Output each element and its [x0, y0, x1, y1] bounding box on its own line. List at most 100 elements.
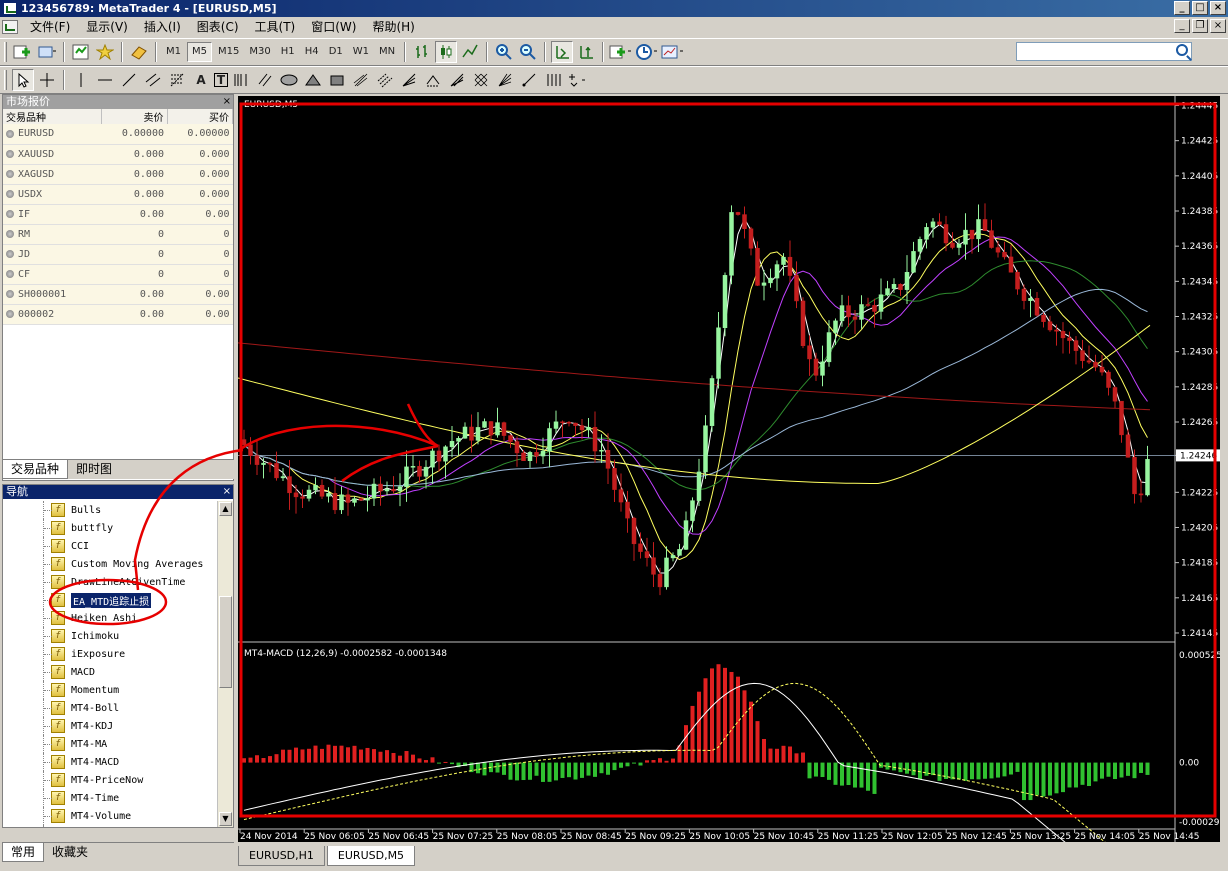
price-chart[interactable]: 1.244451.244251.244051.243851.243651.243…	[237, 96, 1222, 871]
cycle-lines-icon[interactable]	[542, 69, 564, 91]
templates-icon[interactable]	[661, 41, 685, 63]
menu-window[interactable]: 窗口(W)	[305, 17, 366, 37]
close-button[interactable]: ×	[1210, 1, 1226, 15]
toolbar-grip[interactable]	[4, 70, 7, 90]
rectangle-icon[interactable]	[326, 69, 348, 91]
gann-grid-icon[interactable]	[470, 69, 492, 91]
navigator-item[interactable]: f MT4-KDJ	[3, 717, 217, 735]
timeframe-m1-button[interactable]: M1	[162, 42, 185, 62]
market-watch-row[interactable]: IF 0.00 0.00	[3, 204, 233, 225]
menu-help[interactable]: 帮助(H)	[366, 17, 424, 37]
trendline-icon[interactable]	[118, 69, 140, 91]
navigator-scrollbar[interactable]: ▲ ▼	[217, 501, 233, 827]
search-input[interactable]	[1016, 42, 1192, 61]
navigator-item[interactable]: f MT4-Volume	[3, 807, 217, 825]
navigator-item[interactable]: f MT4-PriceNow	[3, 771, 217, 789]
tab-symbols[interactable]: 交易品种	[2, 460, 69, 479]
mdi-close-button[interactable]: ×	[1210, 19, 1226, 33]
navigator-item[interactable]: f Custom Moving Averages	[3, 555, 217, 573]
scroll-up-icon[interactable]: ▲	[219, 502, 232, 516]
scrollbar-thumb[interactable]	[219, 596, 232, 688]
navigator-item[interactable]: f CCI	[3, 537, 217, 555]
tab-common[interactable]: 常用	[2, 843, 45, 862]
market-watch-row[interactable]: XAGUSD 0.000 0.000	[3, 164, 233, 185]
document-icon[interactable]	[2, 20, 18, 34]
navigator-item[interactable]: f MT4-Boll	[3, 699, 217, 717]
chart-tab-eurusd-m5[interactable]: EURUSD,M5	[326, 846, 416, 866]
market-watch-row[interactable]: EURUSD 0.00000 0.00000	[3, 124, 233, 145]
mdi-minimize-button[interactable]: _	[1174, 19, 1190, 33]
fibo-expansion-icon[interactable]	[422, 69, 444, 91]
fibo-channel-icon[interactable]	[374, 69, 396, 91]
cursor-icon[interactable]	[12, 69, 34, 91]
close-icon[interactable]: ×	[223, 95, 231, 109]
navigator-item[interactable]: f Momentum	[3, 681, 217, 699]
market-watch-row[interactable]: XAUUSD 0.000 0.000	[3, 144, 233, 165]
timeframe-mn-button[interactable]: MN	[375, 42, 399, 62]
autoscroll-icon[interactable]	[551, 41, 574, 63]
menu-insert[interactable]: 插入(I)	[138, 17, 191, 37]
navigator-icon[interactable]	[94, 41, 116, 63]
column-header-bid[interactable]: 卖价	[101, 109, 168, 124]
timeframe-m5-button[interactable]: M5	[187, 42, 212, 62]
vertical-line-icon[interactable]	[70, 69, 92, 91]
tab-tick-chart[interactable]: 即时图	[68, 460, 120, 479]
fibo-fan-icon[interactable]	[398, 69, 420, 91]
timeframe-h1-button[interactable]: H1	[277, 42, 299, 62]
timeframe-h4-button[interactable]: H4	[301, 42, 323, 62]
indicators-icon[interactable]	[609, 41, 633, 63]
zoom-out-icon[interactable]	[517, 41, 539, 63]
candlestick-icon[interactable]	[435, 41, 458, 63]
navigator-item[interactable]: f EA_MTD追踪止损	[3, 591, 217, 609]
scroll-down-icon[interactable]: ▼	[219, 812, 232, 826]
horizontal-line-icon[interactable]	[94, 69, 116, 91]
navigator-item[interactable]: f Ichimoku	[3, 627, 217, 645]
navigator-item[interactable]: f Bulls	[3, 501, 217, 519]
market-watch-row[interactable]: USDX 0.000 0.000	[3, 184, 233, 205]
parallel-lines-icon[interactable]	[254, 69, 276, 91]
regression-channel-icon[interactable]	[350, 69, 372, 91]
navigator-item[interactable]: fMT4-倒计时	[3, 825, 217, 827]
mdi-restore-button[interactable]: ❐	[1192, 19, 1208, 33]
menu-file[interactable]: 文件(F)	[24, 17, 80, 37]
terminal-icon[interactable]	[128, 41, 150, 63]
chart-shift-icon[interactable]	[575, 41, 597, 63]
timeframe-m15-button[interactable]: M15	[214, 42, 243, 62]
market-watch-icon[interactable]	[70, 41, 92, 63]
chart-window[interactable]: 1.24445 1.24425 1.24405 1.24385 1.24365 1.243…	[237, 96, 1222, 871]
crosshair-icon[interactable]	[36, 69, 58, 91]
new-chart-icon[interactable]	[12, 41, 34, 63]
navigator-item[interactable]: f buttfly	[3, 519, 217, 537]
column-header-ask[interactable]: 买价	[167, 109, 233, 124]
market-watch-row[interactable]: RM 0 0	[3, 224, 233, 245]
column-header-symbol[interactable]: 交易品种	[3, 109, 102, 124]
menu-view[interactable]: 显示(V)	[80, 17, 138, 37]
market-watch-row[interactable]: JD 0 0	[3, 244, 233, 265]
navigator-item[interactable]: f MT4-Time	[3, 789, 217, 807]
fibo-timezones-icon[interactable]	[230, 69, 252, 91]
bar-chart-icon[interactable]	[411, 41, 433, 63]
navigator-item[interactable]: f MT4-MACD	[3, 753, 217, 771]
periods-icon[interactable]	[635, 41, 659, 63]
menu-tools[interactable]: 工具(T)	[249, 17, 306, 37]
market-watch-row[interactable]: SH000001 0.00 0.00	[3, 284, 233, 305]
maximize-button[interactable]: □	[1192, 1, 1208, 15]
timeframe-m30-button[interactable]: M30	[245, 42, 274, 62]
fibonacci-icon[interactable]	[166, 69, 188, 91]
arrows-icon[interactable]	[566, 69, 588, 91]
search-icon[interactable]	[1176, 44, 1188, 56]
ellipse-icon[interactable]	[278, 69, 300, 91]
triangle-icon[interactable]	[302, 69, 324, 91]
toolbar-grip[interactable]	[4, 42, 7, 62]
close-icon[interactable]: ×	[223, 485, 231, 499]
navigator-item[interactable]: f Heiken Ashi	[3, 609, 217, 627]
tab-favorites[interactable]: 收藏夹	[44, 843, 96, 862]
profiles-icon[interactable]	[36, 41, 58, 63]
gann-line-icon[interactable]	[518, 69, 540, 91]
chart-tab-eurusd-h1[interactable]: EURUSD,H1	[238, 846, 325, 866]
timeframe-d1-button[interactable]: D1	[325, 42, 347, 62]
pitchfork-icon[interactable]	[446, 69, 468, 91]
market-watch-row[interactable]: CF 0 0	[3, 264, 233, 285]
minimize-button[interactable]: _	[1174, 1, 1190, 15]
text-icon[interactable]: A	[190, 69, 212, 91]
